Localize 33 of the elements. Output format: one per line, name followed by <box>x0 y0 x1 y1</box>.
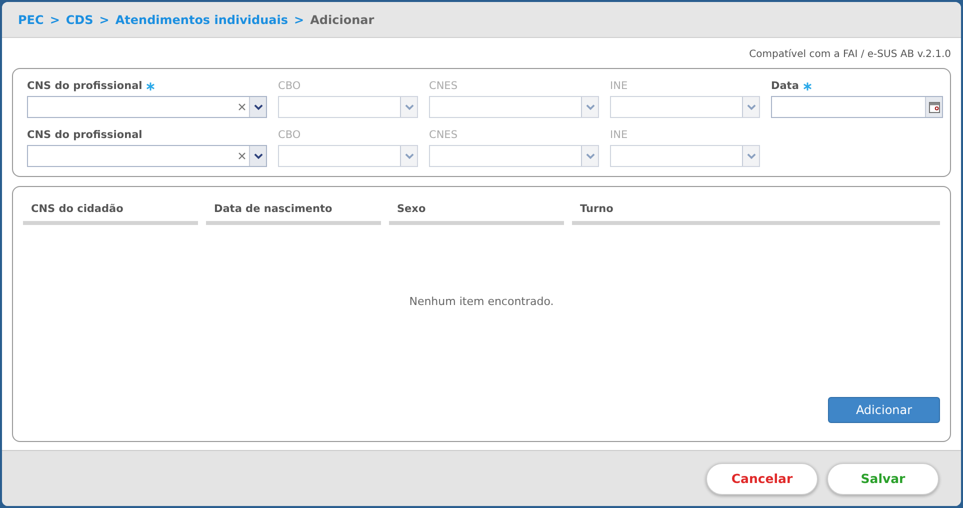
column-header[interactable]: Turno <box>572 197 940 225</box>
field-label: CNES <box>429 129 458 141</box>
field-label: CNS do profissional <box>27 80 142 92</box>
field-label: CBO <box>278 80 301 92</box>
empty-message: Nenhum item encontrado. <box>408 294 555 310</box>
dropdown-caret-icon[interactable] <box>249 97 266 117</box>
combo-field[interactable] <box>27 145 267 167</box>
breadcrumb-link[interactable]: CDS <box>66 12 94 26</box>
breadcrumb-link[interactable]: PEC <box>18 12 44 26</box>
add-button[interactable]: Adicionar <box>828 397 940 423</box>
combo-field[interactable] <box>27 96 267 118</box>
date-field[interactable] <box>771 96 943 118</box>
field-label: Data <box>771 80 799 92</box>
calendar-icon[interactable] <box>925 97 942 117</box>
breadcrumb-separator: > <box>294 12 304 26</box>
clear-icon[interactable] <box>238 103 246 111</box>
field-label: CBO <box>278 129 301 141</box>
column-header[interactable]: Sexo <box>389 197 564 225</box>
cancel-button[interactable]: Cancelar <box>706 462 818 494</box>
field-label: CNS do profissional <box>27 129 142 141</box>
breadcrumb-current: Adicionar <box>310 12 374 26</box>
column-header[interactable]: CNS do cidadão <box>23 197 198 225</box>
save-button[interactable]: Salvar <box>827 462 939 494</box>
field-label: INE <box>610 129 628 141</box>
column-header[interactable]: Data de nascimento <box>206 197 381 225</box>
clear-icon[interactable] <box>238 152 246 160</box>
field-label: CNES <box>429 80 458 92</box>
field-label: INE <box>610 80 628 92</box>
breadcrumb-separator: > <box>50 12 60 26</box>
breadcrumb-separator: > <box>99 12 110 26</box>
compatibility-note: Compatível com a FAI / e-SUS AB v.2.1.0 <box>748 49 951 60</box>
breadcrumb-link[interactable]: Atendimentos individuais <box>115 12 288 26</box>
dropdown-caret-icon[interactable] <box>249 146 266 166</box>
